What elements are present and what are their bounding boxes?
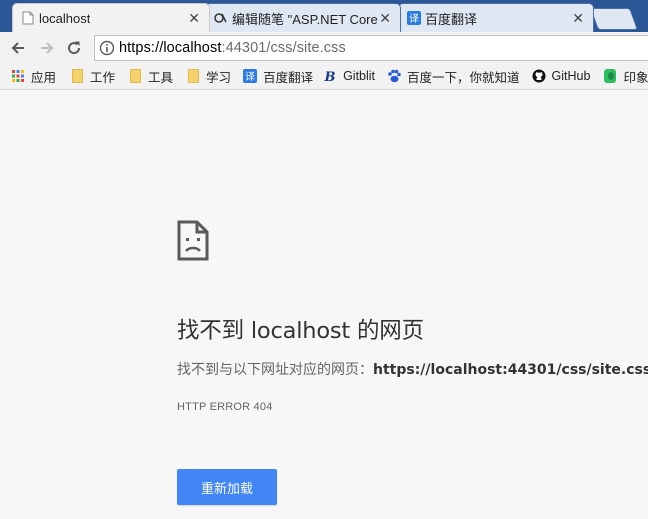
bookmark-evernote[interactable]: 印象 [603,67,648,86]
gitblit-icon: B [324,70,336,83]
error-description-prefix: 找不到与以下网址对应的网页： [177,362,373,378]
bookmark-folder-tools[interactable]: 工具 [128,67,173,86]
tab-title: 编辑随笔 "ASP.NET Core [232,11,378,27]
bookmark-label: 工具 [148,70,174,85]
error-code: HTTP ERROR 404 [177,401,273,413]
bookmark-gitblit[interactable]: B Gitblit [323,69,375,83]
back-button[interactable] [7,37,29,59]
bookmark-github[interactable]: GitHub [532,69,591,83]
svg-text:译: 译 [245,71,255,83]
folder-icon [128,69,142,83]
evernote-icon [604,69,617,83]
bookmark-label: 百度一下，你就知道 [407,70,520,85]
bookmark-label: 工作 [90,70,116,85]
bookmark-label: 应用 [31,70,57,85]
arrow-right-icon [41,42,54,54]
browser-toolbar: https://localhost:44301/css/site.css [0,32,648,63]
error-url: https://localhost:44301/css/site.css [373,362,648,378]
bookmark-label: 印象 [623,70,648,85]
new-tab-button[interactable] [589,8,639,30]
bookmark-baidu[interactable]: 百度一下，你就知道 [387,67,520,86]
close-icon[interactable]: ✕ [572,10,584,26]
refresh-icon [68,41,81,55]
baidu-paw-icon [388,69,401,83]
page-title: 找不到 localhost 的网页 [177,318,424,344]
close-icon[interactable]: ✕ [379,10,391,26]
bookmark-apps[interactable]: 应用 [11,67,56,86]
error-description: 找不到与以下网址对应的网页：https://localhost:44301/cs… [177,359,648,379]
bookmarks-bar: 应用 工作 工具 学习 译 百度翻译 B Gitblit 百度一下，你就知道 G… [0,63,648,90]
svg-text:译: 译 [409,13,419,25]
tab-baidu-translate[interactable]: 译 百度翻译 ✕ [398,3,594,32]
reload-button[interactable] [63,37,85,59]
url-text[interactable]: https://localhost:44301/css/site.css [119,40,346,56]
bookmark-folder-work[interactable]: 工作 [70,67,115,86]
bookmark-folder-study[interactable]: 学习 [186,67,231,86]
folder-icon [186,69,200,83]
tab-title: localhost [39,10,91,26]
error-page: 找不到 localhost 的网页 找不到与以下网址对应的网页：https://… [0,91,648,519]
bookmark-label: 百度翻译 [263,70,314,85]
translate-icon: 译 [243,69,258,83]
tab-title: 百度翻译 [425,11,478,27]
url-host: https://localhost [119,40,222,56]
reload-page-button[interactable]: 重新加载 [177,469,277,505]
address-bar[interactable]: https://localhost:44301/css/site.css [94,35,648,61]
tab-strip: localhost ✕ 编辑随笔 "ASP.NET Core ✕ 译 百度翻译 … [0,0,648,32]
tab-cnblogs-edit[interactable]: 编辑随笔 "ASP.NET Core ✕ [205,3,401,32]
url-path: :44301/css/site.css [221,40,346,56]
info-icon [99,40,115,56]
close-icon[interactable]: ✕ [188,10,200,26]
tab-localhost[interactable]: localhost ✕ [12,3,210,32]
bookmark-label: Gitblit [343,69,376,83]
folder-icon [70,69,84,83]
apps-grid-icon [12,70,24,82]
github-icon [532,69,546,83]
svg-text:B: B [324,70,336,83]
arrow-left-icon [11,42,24,54]
translate-icon: 译 [407,11,421,25]
bookmark-label: GitHub [551,69,591,83]
document-icon [22,11,34,25]
bookmark-baidu-translate[interactable]: 译 百度翻译 [243,67,313,86]
bookmark-label: 学习 [206,70,232,85]
cnblogs-icon [214,13,227,23]
forward-button[interactable] [36,37,58,59]
sad-document-icon [177,220,209,261]
